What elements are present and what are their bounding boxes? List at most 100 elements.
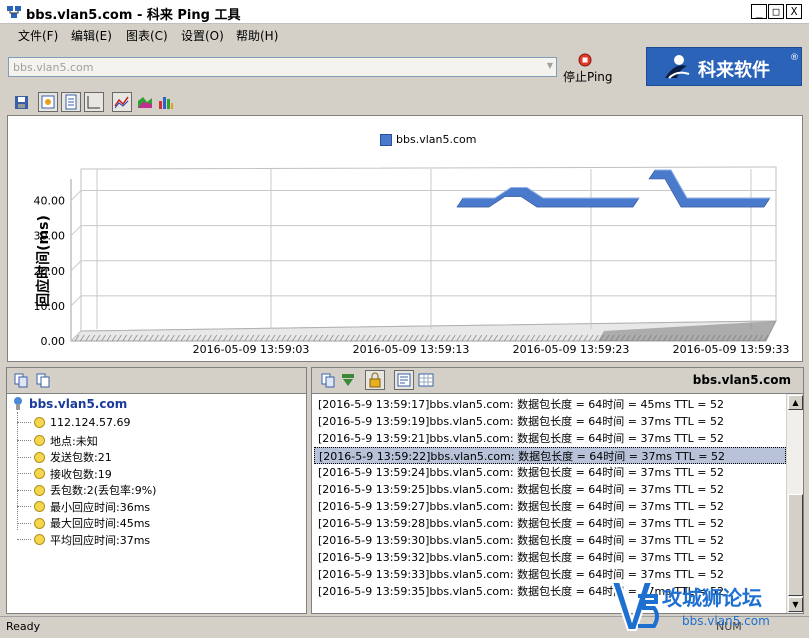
gridline-side: [70, 295, 82, 307]
colasoft-logo-icon: [665, 55, 690, 79]
copy-log-icon[interactable]: [320, 372, 336, 388]
log-entry[interactable]: [2016-5-9 13:59:27]bbs.vlan5.com: 数据包长度 …: [318, 498, 724, 515]
tree-branch: [17, 506, 31, 507]
status-text: Ready: [6, 620, 41, 633]
response-time-chart: bbs.vlan5.com 回应时间(ms) 0.00 10.00 20.00 30.…: [7, 115, 803, 362]
host-combobox[interactable]: bbs.vlan5.com ▼: [8, 57, 557, 77]
minimize-button[interactable]: _: [751, 4, 767, 19]
chevron-down-icon[interactable]: ▼: [547, 61, 553, 70]
gridline-side: [70, 190, 82, 201]
host-combobox-value: bbs.vlan5.com: [13, 61, 94, 74]
tree-item[interactable]: 平均回应时间:37ms: [17, 532, 150, 548]
bullet-icon: [34, 417, 45, 428]
watermark-title: 攻城狮论坛: [662, 586, 762, 610]
line-chart-icon: [114, 96, 129, 109]
save-icon[interactable]: [12, 92, 32, 112]
tree-item-label: 112.124.57.69: [50, 416, 131, 429]
text-view-icon: [397, 373, 411, 387]
chart-view-icon: [41, 95, 55, 109]
watermark-url: bbs.vlan5.com: [682, 614, 770, 628]
tree-branch: [17, 440, 31, 441]
chart-back-wall: [80, 166, 777, 332]
tree-item[interactable]: 丢包数:2(丢包率:9%): [17, 482, 156, 498]
tree-item[interactable]: 112.124.57.69: [17, 416, 130, 429]
log-entry[interactable]: [2016-5-9 13:59:28]bbs.vlan5.com: 数据包长度 …: [318, 515, 724, 532]
tree-root-label: bbs.vlan5.com: [29, 397, 128, 411]
title-bar: bbs.vlan5.com - 科来 Ping 工具 _ □ X: [0, 0, 809, 24]
tree-branch: [17, 422, 31, 423]
tree-item-label: 丢包数:2(丢包率:9%): [50, 484, 157, 497]
y-tick-label: 10.00: [34, 300, 66, 313]
x-tick-label: 2016-05-09 13:59:03: [193, 343, 310, 356]
brand-name: 科来软件: [698, 60, 770, 81]
table-mode-button[interactable]: [61, 92, 81, 112]
log-entry[interactable]: [2016-5-9 13:59:19]bbs.vlan5.com: 数据包长度 …: [318, 413, 724, 430]
chart-plot: 0.00 10.00 20.00 30.00 40.00 2016-05-09 13:59…: [34, 166, 790, 356]
y-tick-label: 40.00: [34, 195, 66, 208]
tree-item-label: 最小回应时间:36ms: [50, 500, 151, 514]
tree-item[interactable]: 接收包数:19: [17, 466, 112, 482]
scroll-up-icon[interactable]: ▲: [788, 395, 803, 410]
x-tick-label: 2016-05-09 13:59:23: [513, 343, 630, 356]
tree-branch: [17, 522, 31, 524]
tree-branch: [17, 473, 31, 474]
registered-mark: ®: [790, 53, 799, 63]
menu-bar: 文件(F) 编辑(E) 图表(C) 设置(O) 帮助(H): [0, 24, 809, 46]
close-button[interactable]: X: [786, 4, 802, 19]
host-icon: [14, 397, 22, 410]
gridline-side: [70, 260, 82, 272]
log-toolbar: bbs.vlan5.com: [311, 367, 804, 393]
log-entry[interactable]: [2016-5-9 13:59:22]bbs.vlan5.com: 数据包长度 …: [314, 447, 786, 464]
log-entry[interactable]: [2016-5-9 13:59:25]bbs.vlan5.com: 数据包长度 …: [318, 481, 724, 498]
tree-toolbar: [6, 367, 307, 393]
bullet-icon: [34, 534, 45, 545]
copy-icon[interactable]: [13, 372, 29, 388]
log-entry[interactable]: [2016-5-9 13:59:30]bbs.vlan5.com: 数据包长度 …: [318, 532, 724, 549]
filter-icon[interactable]: [340, 372, 356, 388]
blank-mode-button[interactable]: [84, 92, 104, 112]
log-entry[interactable]: [2016-5-9 13:59:24]bbs.vlan5.com: 数据包长度 …: [318, 464, 724, 481]
copy-all-icon[interactable]: [35, 372, 51, 388]
y-tick-label: 0.00: [41, 335, 66, 348]
menu-edit[interactable]: 编辑(E): [71, 27, 112, 44]
menu-help[interactable]: 帮助(H): [236, 27, 278, 44]
tree-item-label: 发送包数:21: [50, 451, 112, 464]
stop-ping-button[interactable]: 停止Ping: [560, 52, 613, 86]
menu-settings[interactable]: 设置(O): [181, 27, 224, 44]
stop-icon: [578, 53, 592, 67]
lock-scroll-button[interactable]: [365, 370, 385, 390]
statistics-tree: bbs.vlan5.com 112.124.57.69 地点:未知发送包数:21 接…: [6, 393, 307, 614]
log-host-title: bbs.vlan5.com: [692, 373, 791, 387]
area-chart-icon[interactable]: [135, 92, 155, 112]
menu-chart[interactable]: 图表(C): [126, 27, 168, 44]
tree-item[interactable]: 最大回应时间:45ms: [17, 515, 150, 531]
tree-branch: [17, 456, 31, 458]
line-chart-button[interactable]: [112, 92, 132, 112]
tree-item-label: 地点:未知: [50, 434, 98, 448]
statistics-panel: bbs.vlan5.com 112.124.57.69 地点:未知发送包数:21 接…: [6, 367, 307, 614]
tree-item[interactable]: 地点:未知: [17, 433, 98, 449]
log-entry[interactable]: [2016-5-9 13:59:17]bbs.vlan5.com: 数据包长度 …: [318, 396, 724, 413]
bullet-icon: [34, 451, 45, 463]
grid-view-icon[interactable]: [418, 372, 434, 388]
tree-root[interactable]: bbs.vlan5.com: [11, 396, 127, 412]
menu-file[interactable]: 文件(F): [18, 27, 58, 44]
tree-branch: [17, 489, 31, 491]
x-tick-label: 2016-05-09 13:59:33: [673, 343, 790, 356]
chart-mode-button[interactable]: [38, 92, 58, 112]
tree-item[interactable]: 发送包数:21: [17, 449, 112, 465]
v5-logo-icon: [610, 581, 659, 631]
tree-item[interactable]: 最小回应时间:36ms: [17, 499, 150, 515]
bar-chart-icon[interactable]: [156, 92, 176, 112]
text-view-button[interactable]: [394, 370, 414, 390]
bullet-icon: [34, 435, 45, 446]
y-tick-label: 30.00: [34, 230, 66, 243]
watermark: 攻城狮论坛 bbs.vlan5.com: [606, 576, 806, 636]
brand-logo: 科来软件 ®: [646, 47, 802, 86]
window-title: bbs.vlan5.com - 科来 Ping 工具: [26, 8, 241, 23]
log-entry[interactable]: [2016-5-9 13:59:21]bbs.vlan5.com: 数据包长度 …: [318, 430, 724, 447]
maximize-button[interactable]: □: [768, 4, 784, 19]
bullet-icon: [34, 484, 45, 496]
log-entry[interactable]: [2016-5-9 13:59:32]bbs.vlan5.com: 数据包长度 …: [318, 549, 724, 566]
bullet-icon: [34, 468, 45, 479]
